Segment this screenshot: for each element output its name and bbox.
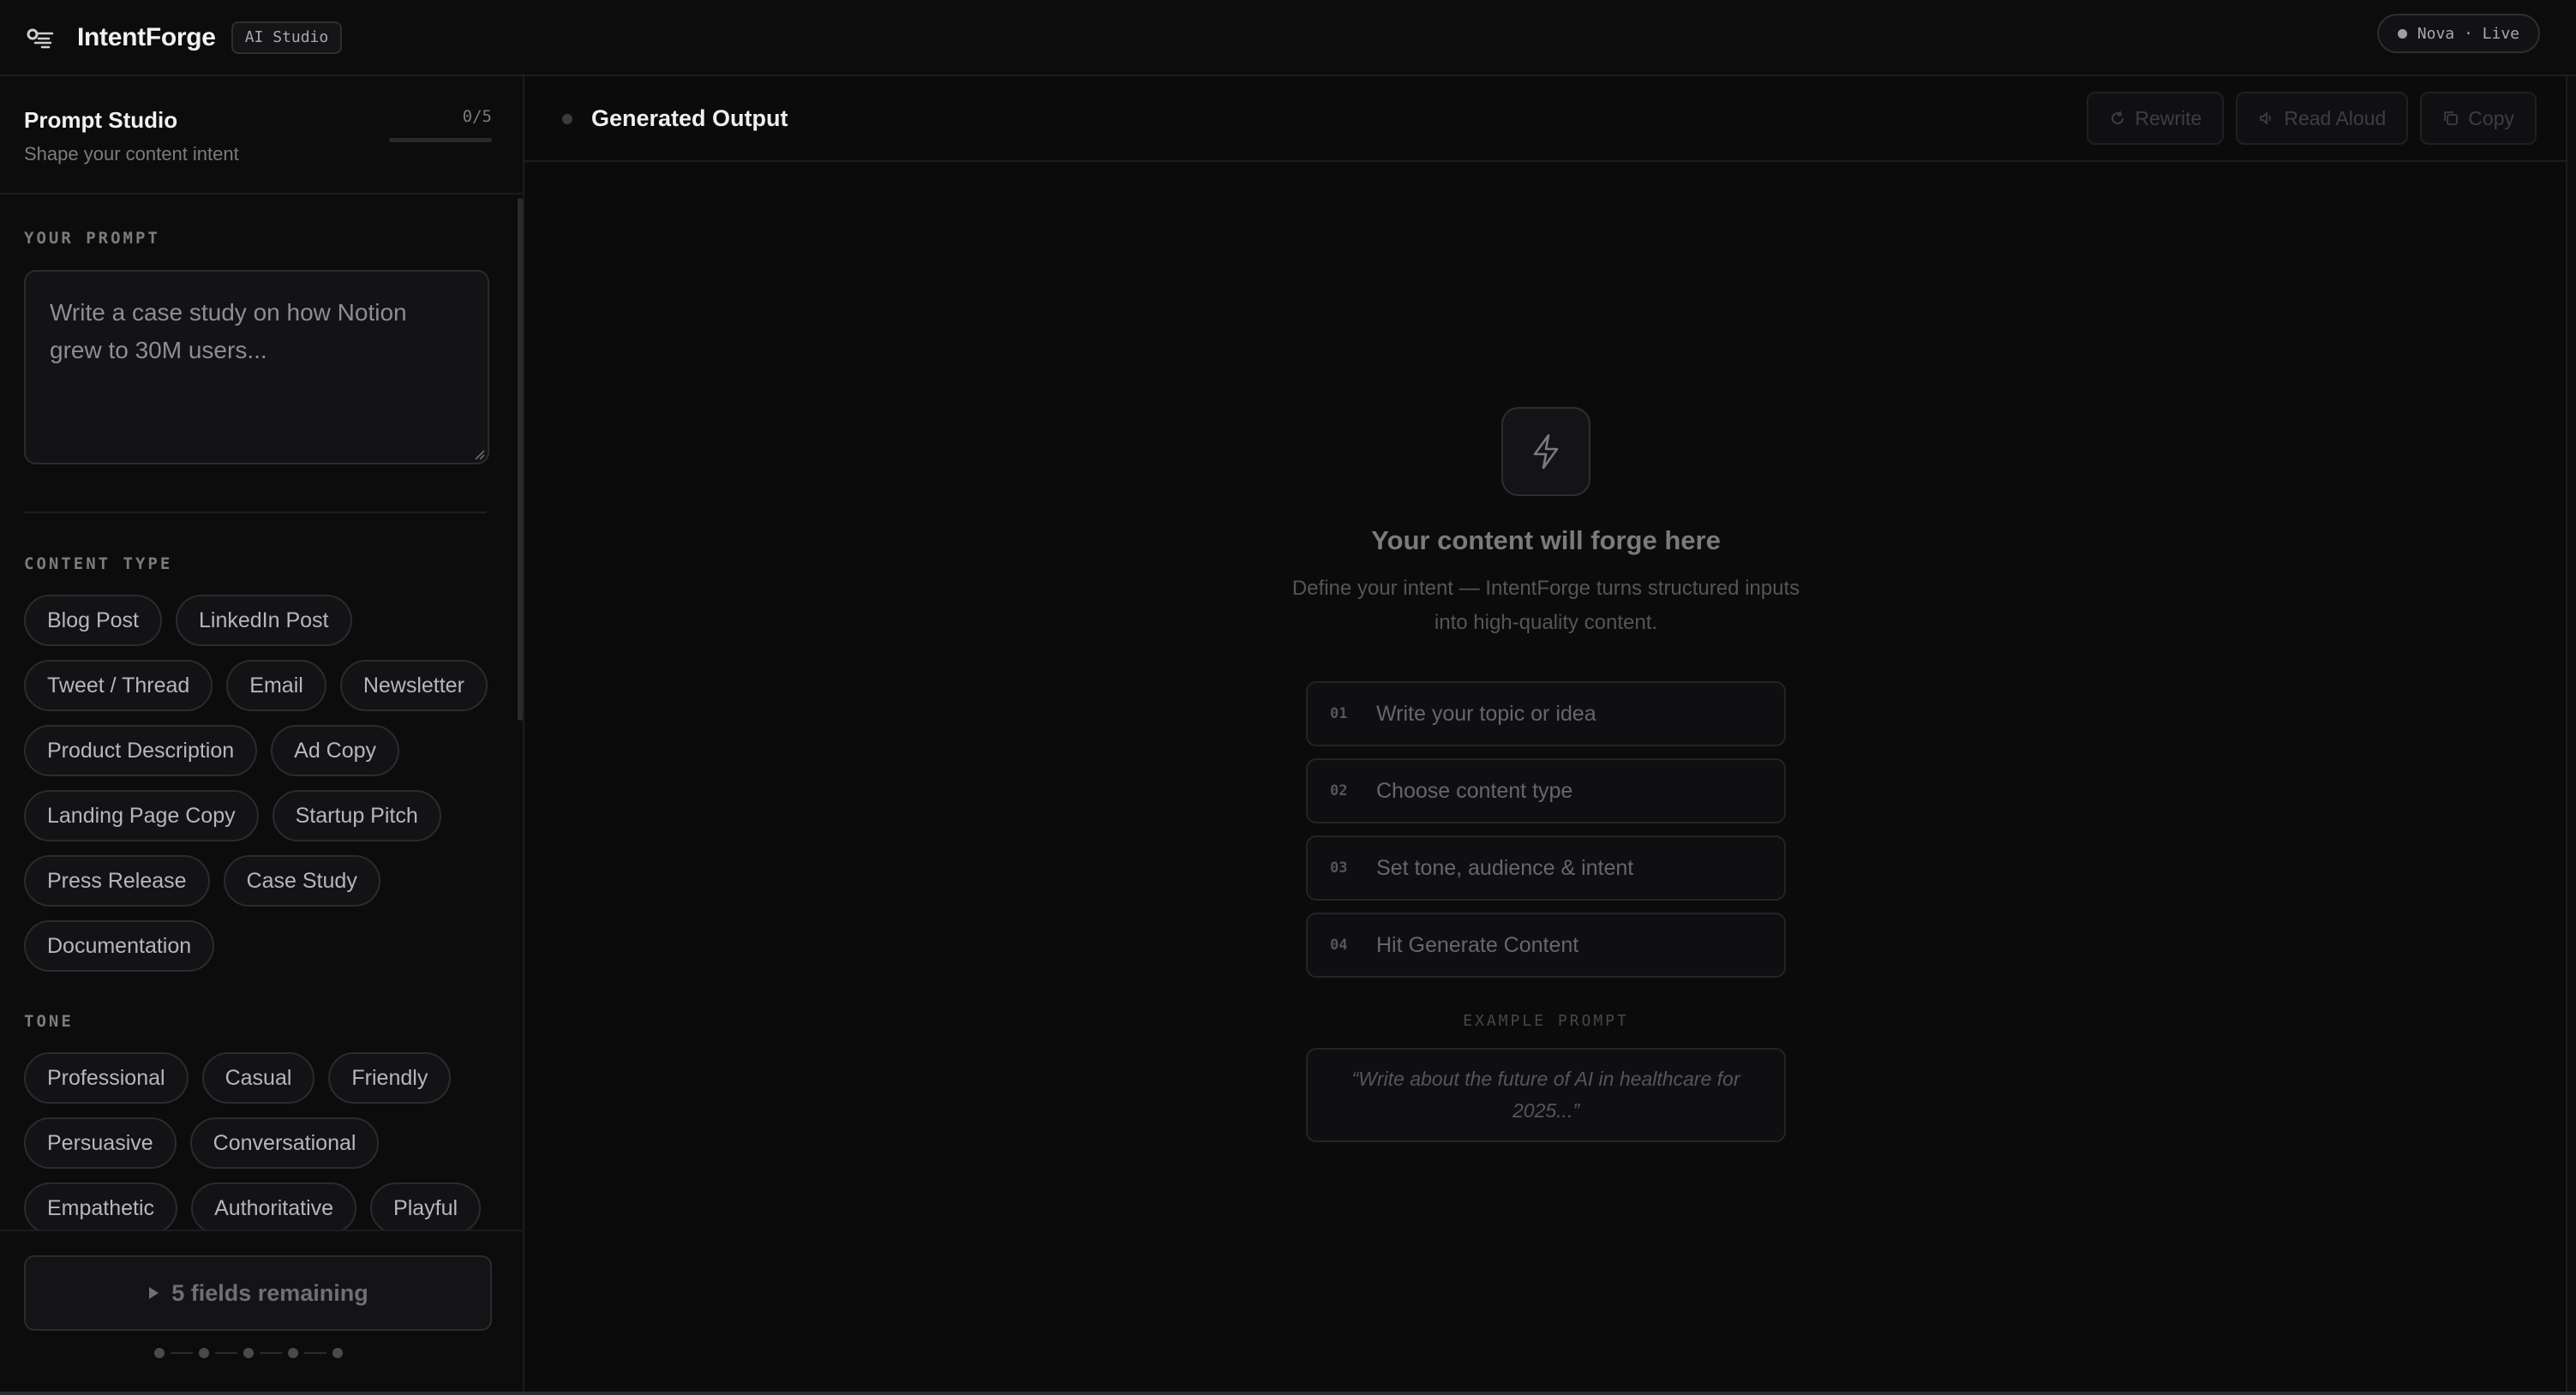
lightning-icon bbox=[1533, 434, 1559, 470]
guide-step-number: 02 bbox=[1330, 782, 1348, 799]
sidebar-footer: 5 fields remaining bbox=[0, 1230, 523, 1392]
content-type-chip[interactable]: Newsletter bbox=[339, 660, 488, 711]
tone-chip[interactable]: Conversational bbox=[189, 1117, 380, 1169]
content-type-chip[interactable]: Documentation bbox=[24, 920, 215, 972]
logo-icon[interactable] bbox=[24, 21, 58, 55]
copy-button[interactable]: Copy bbox=[2420, 92, 2537, 145]
resize-grip-icon[interactable] bbox=[473, 448, 485, 460]
guide-step-number: 04 bbox=[1330, 937, 1348, 954]
step-dot bbox=[154, 1348, 165, 1358]
content-type-chip[interactable]: Landing Page Copy bbox=[24, 790, 259, 841]
app-name: IntentForge bbox=[77, 22, 216, 51]
step-connector bbox=[171, 1352, 193, 1354]
rewrite-label: Rewrite bbox=[2135, 106, 2202, 129]
step-indicator bbox=[154, 1348, 343, 1358]
guide-step-number: 03 bbox=[1330, 859, 1348, 877]
generate-button-label: 5 fields remaining bbox=[171, 1279, 368, 1306]
example-prompt-text: “Write about the future of AI in healthc… bbox=[1351, 1068, 1740, 1122]
step-connector bbox=[260, 1352, 282, 1354]
tone-chip[interactable]: Playful bbox=[370, 1182, 482, 1234]
guide-step-text: Hit Generate Content bbox=[1376, 932, 1579, 957]
prompt-label: YOUR PROMPT bbox=[24, 229, 160, 248]
guide-step: 03 Set tone, audience & intent bbox=[1306, 835, 1786, 901]
app-badge: AI Studio bbox=[231, 21, 343, 54]
content-type-chip[interactable]: Case Study bbox=[223, 855, 380, 907]
empty-title: Your content will forge here bbox=[1371, 525, 1721, 555]
step-connector bbox=[304, 1352, 326, 1354]
content-type-chip[interactable]: Press Release bbox=[24, 855, 210, 907]
output-panel: Generated Output Rewrite Read Aloud Copy… bbox=[524, 76, 2576, 1392]
guide-step-number: 01 bbox=[1330, 705, 1348, 722]
speaker-icon bbox=[2260, 111, 2272, 126]
sidebar: Prompt Studio Shape your content intent … bbox=[0, 76, 524, 1392]
lightning-icon-box bbox=[1501, 407, 1591, 496]
content-type-chip[interactable]: Startup Pitch bbox=[272, 790, 441, 841]
step-dot bbox=[288, 1348, 298, 1358]
tone-chip[interactable]: Professional bbox=[24, 1052, 189, 1104]
sidebar-scrollbar-thumb[interactable] bbox=[518, 198, 523, 721]
step-dot bbox=[332, 1348, 343, 1358]
tone-chip[interactable]: Persuasive bbox=[24, 1117, 177, 1169]
guide-step-text: Choose content type bbox=[1376, 778, 1573, 803]
status-dot-icon bbox=[2397, 28, 2407, 39]
step-dot bbox=[199, 1348, 209, 1358]
progress-count: 0/5 bbox=[462, 107, 492, 126]
sidebar-title: Prompt Studio bbox=[24, 107, 178, 133]
content-type-chips: Blog Post LinkedIn Post Tweet / Thread Emai… bbox=[24, 595, 504, 972]
prompt-textarea[interactable]: Write a case study on how Notion grew to… bbox=[24, 270, 489, 464]
tone-chips: Professional Casual Friendly Persuasive Conv… bbox=[24, 1052, 504, 1234]
content-type-label: CONTENT TYPE bbox=[24, 554, 173, 573]
example-label: EXAMPLE PROMPT bbox=[1463, 1012, 1629, 1030]
rewrite-button[interactable]: Rewrite bbox=[2087, 92, 2225, 145]
sidebar-scrollbar[interactable] bbox=[518, 195, 523, 1306]
progress-bar bbox=[389, 138, 492, 142]
step-connector bbox=[215, 1352, 237, 1354]
tone-label: TONE bbox=[24, 1012, 74, 1031]
read-aloud-button[interactable]: Read Aloud bbox=[2236, 92, 2409, 145]
guide-step: 02 Choose content type bbox=[1306, 758, 1786, 823]
content-type-chip[interactable]: Product Description bbox=[24, 725, 258, 776]
copy-icon bbox=[2444, 111, 2459, 125]
window-edge bbox=[2566, 76, 2576, 1392]
content-type-chip[interactable]: Tweet / Thread bbox=[24, 660, 213, 711]
prompt-placeholder: Write a case study on how Notion grew to… bbox=[50, 299, 407, 363]
sidebar-subtitle: Shape your content intent bbox=[24, 143, 239, 165]
empty-description: Define your intent — IntentForge turns s… bbox=[1291, 577, 1800, 634]
guide-step: 01 Write your topic or idea bbox=[1306, 681, 1786, 746]
content-type-chip[interactable]: LinkedIn Post bbox=[176, 595, 352, 646]
output-header: Generated Output Rewrite Read Aloud Copy bbox=[524, 76, 2576, 162]
content-type-chip[interactable]: Email bbox=[226, 660, 326, 711]
output-actions: Rewrite Read Aloud Copy bbox=[2087, 92, 2537, 145]
generate-button[interactable]: 5 fields remaining bbox=[24, 1255, 492, 1331]
output-status-dot-icon bbox=[562, 114, 572, 124]
tone-chip[interactable]: Authoritative bbox=[191, 1182, 357, 1234]
refresh-icon bbox=[2112, 111, 2124, 125]
tone-chip[interactable]: Casual bbox=[201, 1052, 315, 1104]
sidebar-header: Prompt Studio Shape your content intent … bbox=[0, 76, 523, 195]
tone-chip[interactable]: Empathetic bbox=[24, 1182, 178, 1234]
step-dot bbox=[243, 1348, 254, 1358]
output-title: Generated Output bbox=[591, 105, 788, 131]
divider bbox=[24, 512, 487, 513]
top-bar: IntentForge AI Studio Nova · Live bbox=[0, 0, 2576, 76]
status-text: Nova · Live bbox=[2417, 24, 2519, 43]
tone-chip[interactable]: Friendly bbox=[328, 1052, 452, 1104]
guide-step: 04 Hit Generate Content bbox=[1306, 913, 1786, 978]
example-prompt[interactable]: “Write about the future of AI in healthc… bbox=[1306, 1048, 1786, 1142]
bottom-border bbox=[0, 1392, 2576, 1395]
content-type-chip[interactable]: Ad Copy bbox=[271, 725, 400, 776]
play-icon bbox=[149, 1287, 159, 1299]
guide-step-text: Set tone, audience & intent bbox=[1376, 855, 1634, 880]
status-pill: Nova · Live bbox=[2376, 14, 2540, 53]
content-type-chip[interactable]: Blog Post bbox=[24, 595, 163, 646]
read-aloud-label: Read Aloud bbox=[2284, 106, 2387, 129]
guide-step-text: Write your topic or idea bbox=[1376, 701, 1597, 726]
copy-label: Copy bbox=[2468, 106, 2514, 129]
